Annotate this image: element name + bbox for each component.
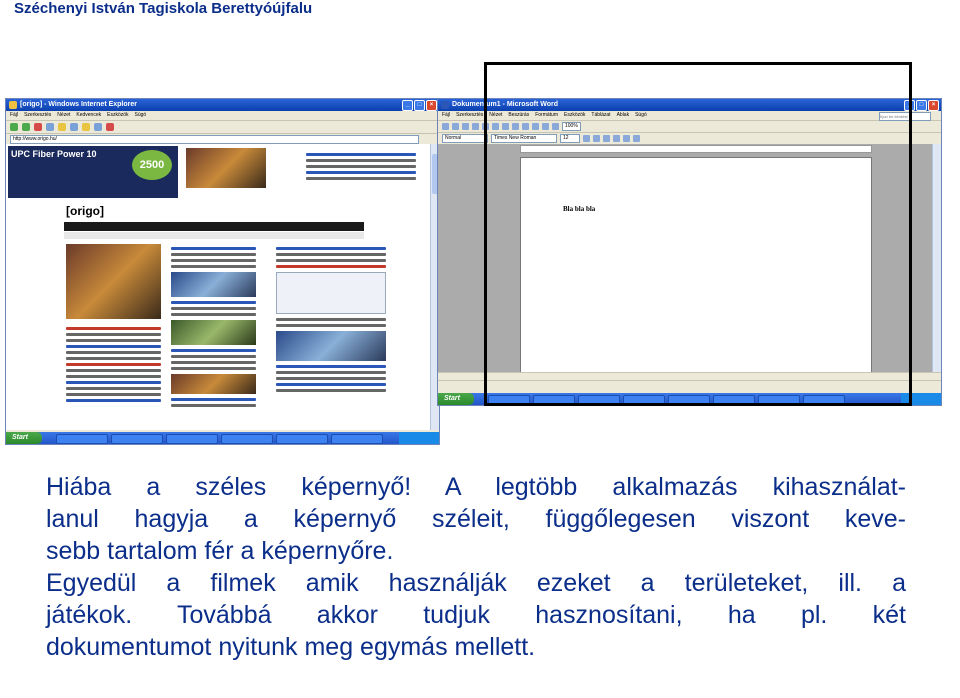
origo-nav-bar[interactable]	[64, 222, 364, 231]
taskbar-item[interactable]	[166, 434, 218, 444]
menu-favorites[interactable]: Kedvencek	[76, 111, 101, 120]
close-icon[interactable]: ×	[426, 100, 437, 111]
menu-edit[interactable]: Szerkesztés	[24, 111, 51, 120]
body-line-3: sebb tartalom fér a képernyőre.	[46, 537, 394, 565]
taskbar-item[interactable]	[276, 434, 328, 444]
minimize-icon[interactable]: _	[402, 100, 413, 111]
address-bar[interactable]: http://www.origo.hu/	[10, 135, 419, 144]
taskbar-item[interactable]	[56, 434, 108, 444]
origo-subnav[interactable]	[64, 232, 364, 239]
menu-tools[interactable]: Eszközök	[107, 111, 128, 120]
origo-logo[interactable]: [origo]	[66, 204, 104, 218]
ie-menu-bar: Fájl Szerkesztés Nézet Kedvencek Eszközö…	[6, 111, 439, 120]
taskbar-item[interactable]	[221, 434, 273, 444]
new-icon[interactable]	[442, 123, 449, 130]
word-icon	[441, 101, 449, 109]
body-line-6: dokumentumot nyitunk meg egymás mellett.	[46, 633, 536, 661]
start-button[interactable]: Start	[6, 432, 42, 444]
maximize-icon[interactable]: □	[916, 100, 927, 111]
middle-column-news	[171, 244, 256, 429]
back-icon[interactable]	[10, 123, 18, 131]
maximize-icon[interactable]: □	[414, 100, 425, 111]
bookmark-icon[interactable]	[82, 123, 90, 131]
right-column-news	[276, 244, 386, 429]
ie-icon	[9, 101, 17, 109]
highlight-frame	[484, 62, 912, 406]
upc-banner[interactable]: UPC Fiber Power 10 2500	[8, 146, 178, 198]
body-line-4: Egyedül a filmek amik használják ezeket …	[46, 569, 906, 597]
main-photo[interactable]	[66, 244, 161, 319]
ie-window-title: [origo] - Windows Internet Explorer	[20, 101, 137, 108]
favorites-icon[interactable]	[70, 123, 78, 131]
menu-file[interactable]: Fájl	[10, 111, 18, 120]
print-icon[interactable]	[94, 123, 102, 131]
menu-view[interactable]: Nézet	[57, 111, 70, 120]
ie-page-content: UPC Fiber Power 10 2500 [origo]	[6, 144, 431, 430]
ie-title-bar: [origo] - Windows Internet Explorer _ □ …	[6, 99, 439, 111]
system-tray	[399, 432, 439, 444]
banner-title: UPC Fiber Power 10	[11, 149, 97, 159]
mail-icon[interactable]	[106, 123, 114, 131]
body-line-1: Hiába a széles képernyő! A legtöbb alkal…	[46, 473, 906, 501]
stop-icon[interactable]	[34, 123, 42, 131]
body-paragraph: Hiába a széles képernyő! A legtöbb alkal…	[46, 471, 906, 663]
refresh-icon[interactable]	[46, 123, 54, 131]
style-select[interactable]: Normal	[442, 134, 488, 143]
save-icon[interactable]	[462, 123, 469, 130]
taskbar-item[interactable]	[111, 434, 163, 444]
forward-icon[interactable]	[22, 123, 30, 131]
menu-file[interactable]: Fájl	[442, 111, 450, 120]
banner-value: 2500	[132, 150, 172, 180]
menu-help[interactable]: Súgó	[135, 111, 147, 120]
close-icon[interactable]: ×	[928, 100, 939, 111]
body-line-5: játékok. Továbbá akkor tudjuk hasznosíta…	[46, 601, 906, 629]
open-icon[interactable]	[452, 123, 459, 130]
word-scrollbar[interactable]	[932, 144, 941, 393]
taskbar-item[interactable]	[331, 434, 383, 444]
menu-edit[interactable]: Szerkesztés	[456, 111, 483, 120]
ie-taskbar: Start	[6, 432, 439, 444]
start-button[interactable]: Start	[438, 393, 474, 405]
left-column-news	[66, 324, 161, 424]
print-icon[interactable]	[472, 123, 479, 130]
home-icon[interactable]	[58, 123, 66, 131]
side-headlines	[306, 150, 416, 190]
ie-toolbar	[6, 120, 439, 133]
ad-image[interactable]	[186, 148, 266, 188]
page-header: Széchenyi István Tagiskola Berettyóújfal…	[14, 0, 313, 17]
ie-window-screenshot: [origo] - Windows Internet Explorer _ □ …	[5, 98, 440, 445]
body-line-2: lanul hagyja a képernyő széleit, függőle…	[46, 505, 906, 533]
